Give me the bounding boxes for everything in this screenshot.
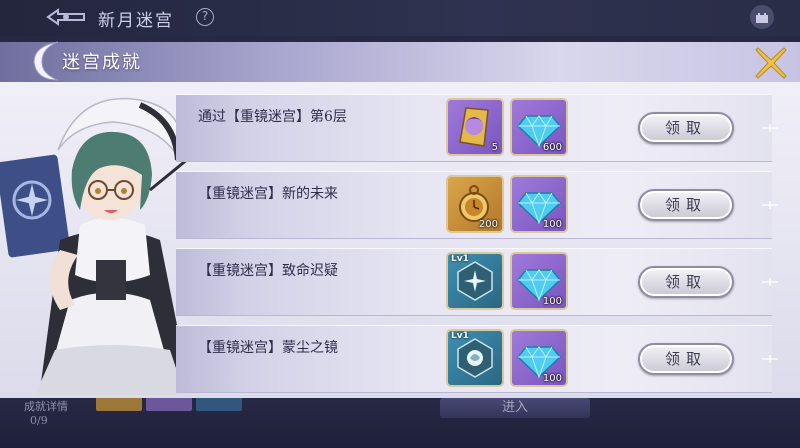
claim-button[interactable]: 领取 bbox=[638, 112, 734, 144]
claim-button[interactable]: 领取 bbox=[638, 343, 734, 375]
rose-emblem-icon bbox=[457, 338, 493, 378]
reward-level: Lv1 bbox=[451, 254, 469, 264]
close-button[interactable] bbox=[752, 44, 790, 82]
achievement-title: 【重镜迷宫】致命迟疑 bbox=[198, 263, 338, 279]
back-button[interactable] bbox=[44, 6, 90, 28]
reward-item-pocket-watch[interactable]: 200 bbox=[446, 175, 504, 233]
row-sparkle-icon bbox=[762, 355, 778, 363]
reward-item-diamond[interactable]: 600 bbox=[510, 98, 568, 156]
help-icon[interactable]: ? bbox=[196, 8, 214, 26]
reward-item-rose-emblem[interactable]: Lv1 bbox=[446, 329, 504, 387]
achievement-row: 【重镜迷宫】蒙尘之镜 Lv1 100 领取 bbox=[176, 325, 778, 393]
reward-count: 100 bbox=[542, 373, 562, 384]
claim-button[interactable]: 领取 bbox=[638, 266, 734, 298]
screen-title: 新月迷宫 bbox=[98, 11, 174, 31]
reward-item-star-emblem[interactable]: Lv1 bbox=[446, 252, 504, 310]
achievement-title: 【重镜迷宫】蒙尘之镜 bbox=[198, 340, 338, 356]
claim-button[interactable]: 领取 bbox=[638, 189, 734, 221]
reward-count: 100 bbox=[542, 219, 562, 230]
reward-count: 5 bbox=[491, 142, 498, 153]
row-sparkle-icon bbox=[762, 124, 778, 132]
reward-level: Lv1 bbox=[451, 331, 469, 341]
reward-item-diamond[interactable]: 100 bbox=[510, 329, 568, 387]
castle-icon bbox=[756, 13, 768, 23]
achievement-row: 【重镜迷宫】新的未来 200 100 领取 bbox=[176, 171, 778, 239]
achievement-title: 【重镜迷宫】新的未来 bbox=[198, 186, 338, 202]
close-icon bbox=[755, 47, 787, 79]
reward-count: 600 bbox=[542, 142, 562, 153]
modal-title: 迷宫成就 bbox=[62, 52, 142, 73]
achievement-row: 【重镜迷宫】致命迟疑 Lv1 100 领取 bbox=[176, 248, 778, 316]
reward-item-portrait-shard[interactable]: 5 bbox=[446, 98, 504, 156]
reward-count: 100 bbox=[542, 296, 562, 307]
row-sparkle-icon bbox=[762, 201, 778, 209]
row-sparkle-icon bbox=[762, 278, 778, 286]
star-emblem-icon bbox=[457, 261, 493, 301]
back-arrow-icon bbox=[46, 8, 85, 26]
home-button[interactable] bbox=[750, 5, 774, 29]
achievement-title: 通过【重镜迷宫】第6层 bbox=[198, 109, 347, 125]
reward-item-diamond[interactable]: 100 bbox=[510, 252, 568, 310]
reward-item-diamond[interactable]: 100 bbox=[510, 175, 568, 233]
reward-count: 200 bbox=[478, 219, 498, 230]
achievement-row: 通过【重镜迷宫】第6层 5 600 领取 bbox=[176, 94, 778, 162]
